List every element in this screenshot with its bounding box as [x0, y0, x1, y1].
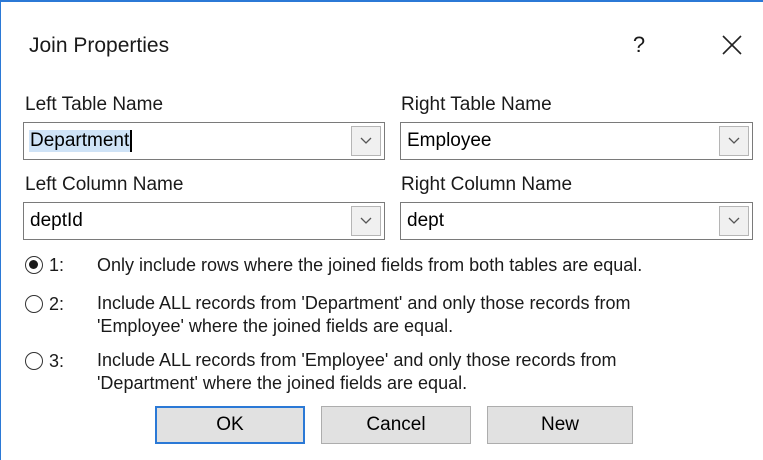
new-button[interactable]: New	[487, 406, 633, 444]
left-column-dropdown-button[interactable]	[351, 206, 381, 236]
right-column-value: dept	[407, 210, 444, 231]
option-1-text: Only include rows where the joined field…	[97, 254, 757, 277]
right-table-select[interactable]: Employee	[400, 122, 753, 160]
left-column-select[interactable]: deptId	[23, 202, 385, 240]
left-column-value: deptId	[30, 210, 83, 231]
option-2-number: 2:	[49, 294, 65, 314]
left-column-label: Left Column Name	[25, 174, 184, 195]
option-2-line-2: 'Employee' where the joined fields are e…	[97, 316, 454, 336]
right-table-dropdown-button[interactable]	[719, 126, 749, 156]
right-column-dropdown-button[interactable]	[719, 206, 749, 236]
option-3-radio[interactable]	[25, 352, 43, 370]
title-bar: Join Properties ?	[1, 2, 763, 82]
left-table-dropdown-button[interactable]	[351, 126, 381, 156]
radio-selected-dot	[29, 260, 38, 269]
option-3-number: 3:	[49, 351, 65, 371]
chevron-down-icon	[360, 137, 372, 144]
option-3-line-2: 'Department' where the joined fields are…	[97, 373, 468, 393]
option-3-line-1: Include ALL records from 'Employee' and …	[97, 350, 617, 370]
right-column-label: Right Column Name	[401, 174, 573, 195]
option-2-radio[interactable]	[25, 295, 43, 313]
chevron-down-icon	[360, 217, 372, 224]
close-button[interactable]	[719, 32, 745, 58]
close-icon	[722, 35, 742, 55]
chevron-down-icon	[728, 217, 740, 224]
option-1-number: 1:	[49, 255, 65, 275]
right-table-value: Employee	[407, 130, 492, 151]
option-2-text: Include ALL records from 'Department' an…	[97, 292, 757, 338]
ok-button[interactable]: OK	[155, 406, 305, 444]
right-column-select[interactable]: dept	[400, 202, 753, 240]
option-1-radio[interactable]	[25, 256, 43, 274]
right-table-label: Right Table Name	[401, 94, 552, 115]
left-table-label: Left Table Name	[25, 94, 164, 115]
chevron-down-icon	[728, 137, 740, 144]
join-properties-dialog: Join Properties ? Left Table Name Depart…	[0, 0, 763, 460]
option-1-line-1: Only include rows where the joined field…	[97, 255, 643, 275]
left-table-select[interactable]: Department	[23, 122, 385, 160]
help-button[interactable]: ?	[627, 30, 651, 60]
dialog-title: Join Properties	[29, 34, 170, 57]
option-3-text: Include ALL records from 'Employee' and …	[97, 349, 757, 395]
cancel-button[interactable]: Cancel	[321, 406, 471, 444]
option-2-line-1: Include ALL records from 'Department' an…	[97, 293, 631, 313]
left-table-value: Department	[29, 130, 133, 152]
